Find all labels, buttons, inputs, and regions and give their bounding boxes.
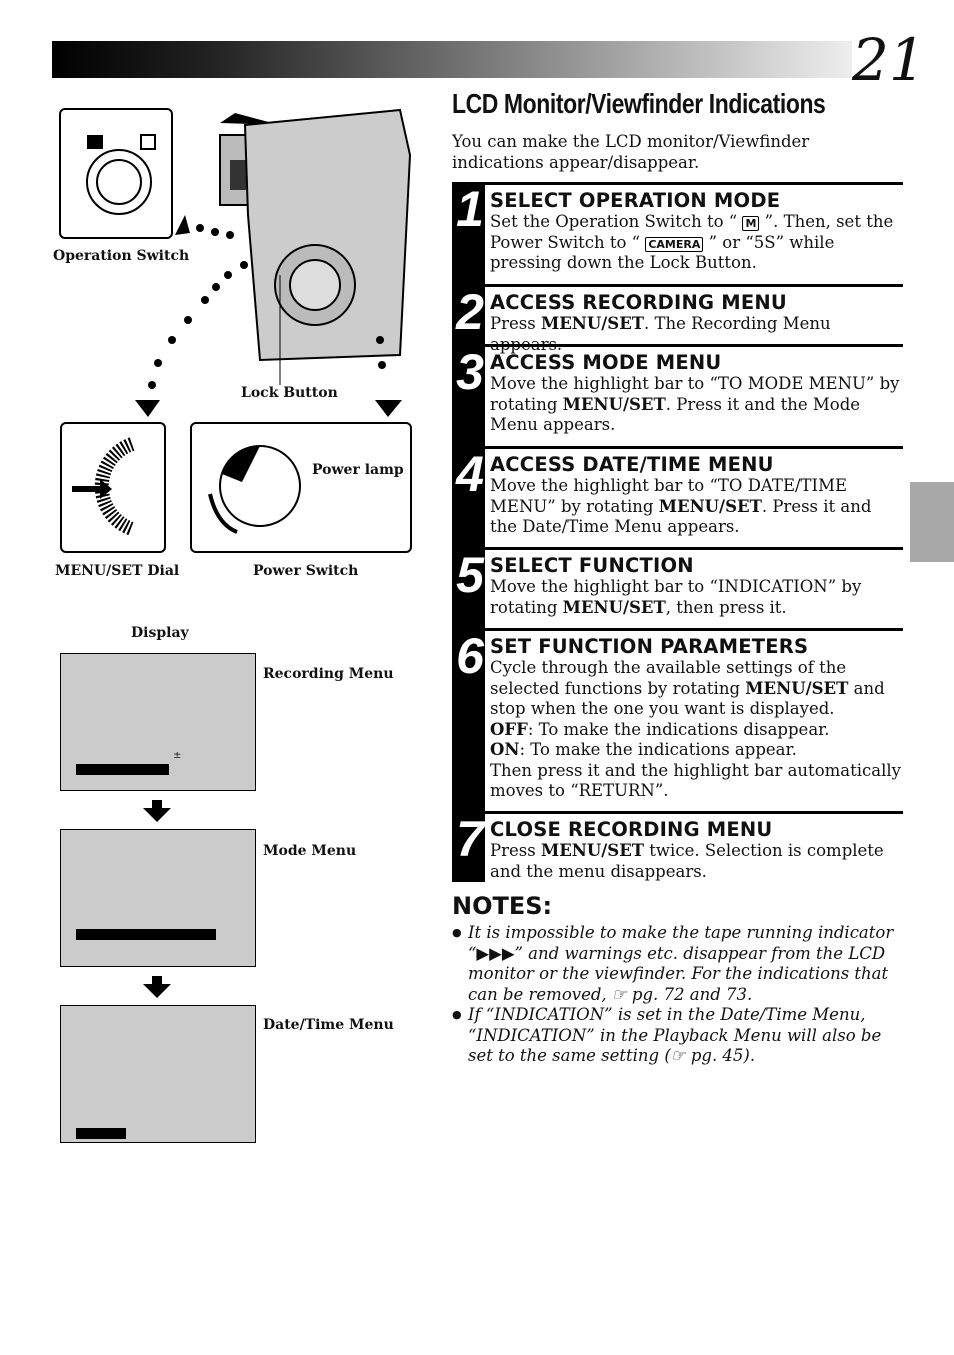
step-body: Set the Operation Switch to “ M ”. Then,…: [490, 212, 894, 272]
step-heading: SELECT FUNCTION: [490, 554, 694, 577]
power-lamp-label: Power lamp: [312, 462, 404, 478]
highlight-bar: [76, 929, 216, 940]
step-number: 7: [456, 811, 484, 867]
note-item: If “INDICATION” is set in the Date/Time …: [452, 1005, 904, 1067]
page-title: LCD Monitor/Viewfinder Indications: [452, 88, 826, 119]
manual-page: 21 Operation Switch Lock Button Power la…: [0, 0, 954, 1355]
power-switch-icon: [208, 445, 301, 534]
step-number: 6: [456, 628, 484, 684]
step-body: Move the highlight bar to “TO MODE MENU”…: [490, 374, 900, 434]
header-gradient-bar: [52, 41, 852, 78]
recording-menu-label: Recording Menu: [263, 666, 394, 682]
menu-set-dial-illustration: [60, 422, 166, 553]
mode-m-icon: M: [742, 216, 760, 231]
dial-icon: [72, 437, 135, 536]
step-body: Move the highlight bar to “TO DATE/TIME …: [490, 476, 872, 536]
step-1: SELECT OPERATION MODE Set the Operation …: [485, 182, 903, 274]
intro-text: You can make the LCD monitor/Viewfinder …: [452, 132, 810, 172]
step-number: 5: [456, 547, 484, 603]
menu-set-dial-label: MENU/SET Dial: [55, 563, 180, 579]
notes-heading: NOTES:: [452, 892, 553, 920]
step-number: 3: [456, 344, 484, 400]
recording-menu-screen: ±: [60, 653, 256, 791]
power-switch-label: Power Switch: [253, 563, 359, 579]
step-heading: ACCESS MODE MENU: [490, 351, 722, 374]
power-switch-illustration: Power lamp: [190, 422, 412, 553]
step-heading: CLOSE RECORDING MENU: [490, 818, 773, 841]
down-arrow-icon: [143, 800, 171, 822]
date-time-menu-screen: [60, 1005, 256, 1143]
step-6: SET FUNCTION PARAMETERS Cycle through th…: [485, 628, 903, 802]
step-body: Press MENU/SET twice. Selection is compl…: [490, 841, 884, 881]
camera-icon: CAMERA: [645, 236, 704, 252]
display-label: Display: [131, 625, 189, 641]
plus-minus-icon: ±: [173, 750, 182, 761]
page-number: 21: [852, 26, 926, 94]
step-number: 2: [456, 284, 484, 340]
highlight-bar: [76, 1128, 126, 1139]
step-number: 4: [456, 446, 484, 502]
date-time-menu-label: Date/Time Menu: [263, 1017, 394, 1033]
step-3: ACCESS MODE MENU Move the highlight bar …: [485, 344, 903, 436]
down-arrow-icon: [143, 976, 171, 998]
step-body: Cycle through the available settings of …: [490, 658, 901, 800]
step-heading: SELECT OPERATION MODE: [490, 189, 781, 212]
step-body: Move the highlight bar to “INDICATION” b…: [490, 577, 862, 617]
step-7: CLOSE RECORDING MENU Press MENU/SET twic…: [485, 811, 903, 882]
step-heading: ACCESS RECORDING MENU: [490, 291, 787, 314]
mode-menu-screen: [60, 829, 256, 967]
section-tab: [910, 482, 954, 562]
mode-menu-label: Mode Menu: [263, 843, 357, 859]
step-heading: SET FUNCTION PARAMETERS: [490, 635, 809, 658]
lock-button-label: Lock Button: [241, 385, 338, 401]
highlight-bar: [76, 764, 169, 775]
camcorder-illustration: [135, 108, 412, 417]
note-item: It is impossible to make the tape runnin…: [452, 923, 904, 1005]
step-heading: ACCESS DATE/TIME MENU: [490, 453, 774, 476]
step-5: SELECT FUNCTION Move the highlight bar t…: [485, 547, 903, 618]
step-4: ACCESS DATE/TIME MENU Move the highlight…: [485, 446, 903, 538]
notes-list: It is impossible to make the tape runnin…: [452, 923, 904, 1067]
step-number: 1: [456, 181, 484, 237]
